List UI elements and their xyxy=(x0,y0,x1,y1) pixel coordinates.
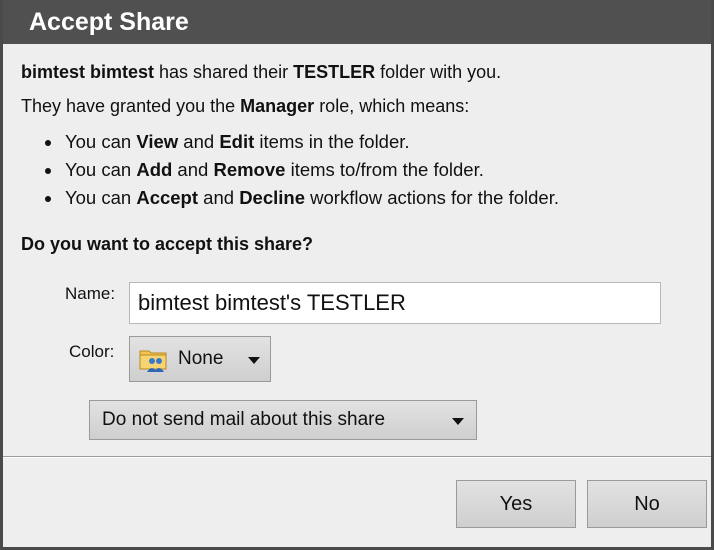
color-label: Color: xyxy=(69,342,115,361)
permission-item: You can View and Edit items in the folde… xyxy=(43,128,559,156)
perm-bold: View xyxy=(136,131,179,152)
color-dropdown[interactable]: None xyxy=(129,336,271,382)
perm-text: and xyxy=(178,131,220,152)
chevron-down-icon xyxy=(248,357,260,364)
permission-item: You can Add and Remove items to/from the… xyxy=(43,156,559,184)
perm-text: items in the folder. xyxy=(254,131,410,152)
name-label: Name: xyxy=(65,284,116,303)
yes-button[interactable]: Yes xyxy=(456,480,576,528)
share-user: bimtest bimtest xyxy=(21,62,155,82)
shared-folder-icon xyxy=(138,345,170,373)
permission-item: You can Accept and Decline workflow acti… xyxy=(43,184,559,212)
share-folder: TESTLER xyxy=(293,62,376,82)
role-text-2: role, which means: xyxy=(314,96,470,116)
perm-text: You can xyxy=(65,159,137,180)
share-text-1: has shared their xyxy=(154,62,294,82)
perm-bold: Accept xyxy=(136,187,199,208)
chevron-down-icon xyxy=(452,418,464,425)
dialog-body: bimtest bimtest has shared their TESTLER… xyxy=(3,44,711,547)
accept-share-dialog: Accept Share bimtest bimtest has shared … xyxy=(0,0,714,550)
perm-bold: Add xyxy=(136,159,173,180)
mail-option-dropdown[interactable]: Do not send mail about this share xyxy=(89,400,477,440)
perm-bold: Remove xyxy=(213,159,286,180)
no-button[interactable]: No xyxy=(587,480,707,528)
role-text-1: They have granted you the xyxy=(21,96,241,116)
perm-bold: Edit xyxy=(219,131,255,152)
perm-bold: Decline xyxy=(239,187,305,208)
share-name-input[interactable] xyxy=(129,282,661,324)
role-message: They have granted you the Manager role, … xyxy=(21,96,469,117)
share-message: bimtest bimtest has shared their TESTLER… xyxy=(21,62,501,83)
accept-question: Do you want to accept this share? xyxy=(21,234,314,254)
perm-text: and xyxy=(198,187,240,208)
share-text-2: folder with you. xyxy=(375,62,502,82)
perm-text: items to/from the folder. xyxy=(285,159,484,180)
perm-text: You can xyxy=(65,187,137,208)
perm-text: You can xyxy=(65,131,137,152)
mail-option-value: Do not send mail about this share xyxy=(102,409,386,430)
perm-text: and xyxy=(172,159,214,180)
color-value: None xyxy=(178,348,224,369)
perm-text: workflow actions for the folder. xyxy=(305,187,559,208)
dialog-title: Accept Share xyxy=(3,0,711,44)
role-name: Manager xyxy=(240,96,315,116)
permission-list: You can View and Edit items in the folde… xyxy=(43,128,559,212)
divider xyxy=(3,456,711,458)
